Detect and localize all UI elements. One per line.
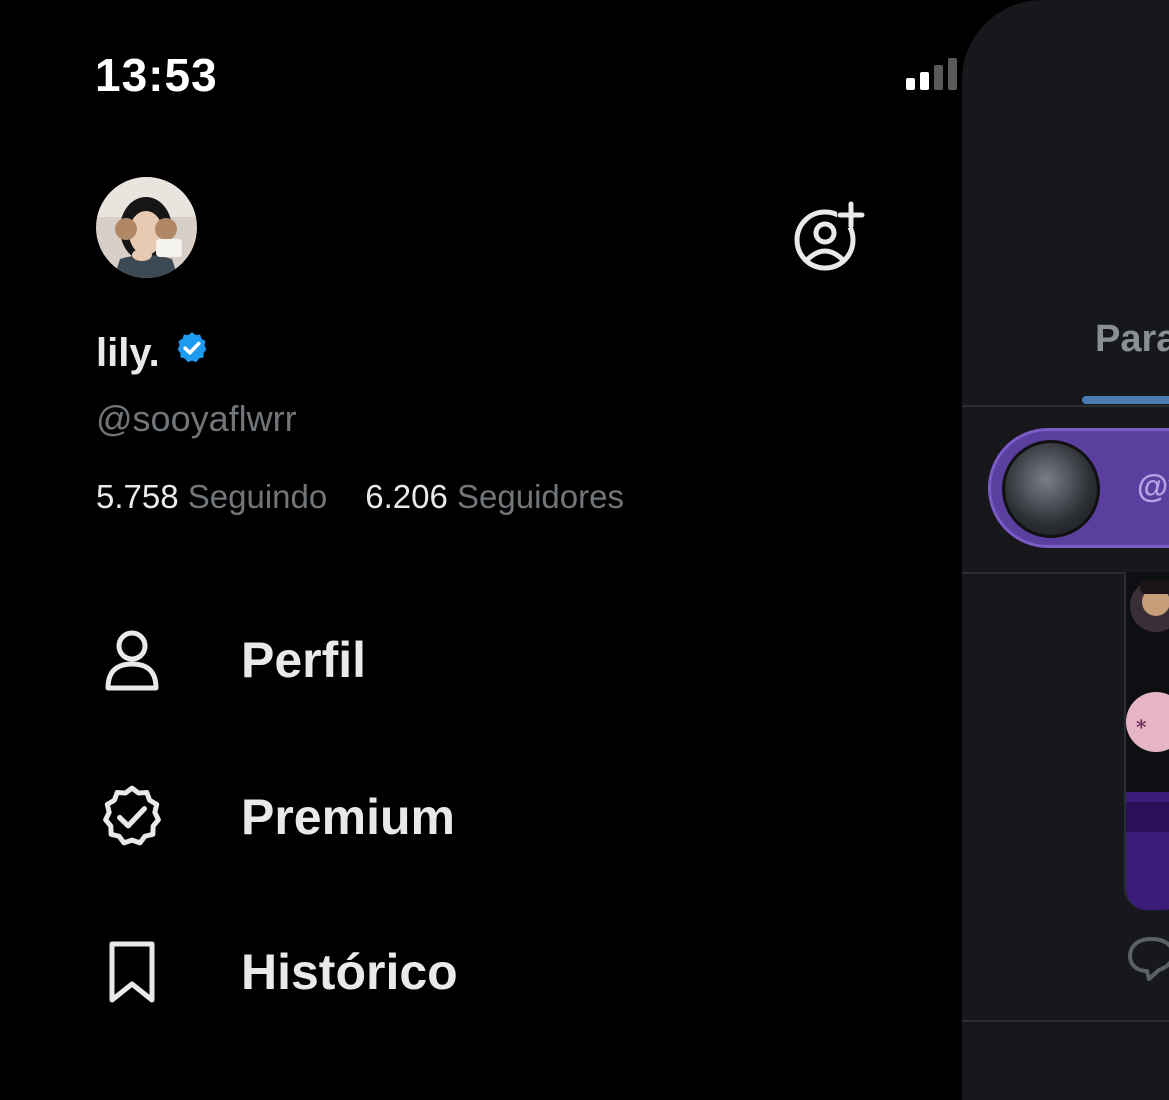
- space-handle: @v: [1137, 468, 1169, 504]
- following-label: Seguindo: [187, 478, 328, 515]
- following-count: 5.758: [96, 478, 179, 515]
- divider: [962, 1020, 1169, 1022]
- status-bar-time: 13:53: [95, 49, 218, 101]
- profile-avatar[interactable]: [96, 177, 197, 278]
- menu-item-label: Histórico: [241, 944, 458, 1000]
- add-account-icon[interactable]: [793, 200, 865, 277]
- tab-active-indicator: [1082, 396, 1169, 404]
- profile-handle: @sooyaflwrr: [96, 398, 297, 439]
- divider: [962, 405, 1169, 407]
- verified-badge-icon: [174, 330, 210, 376]
- feed-background-panel[interactable]: Para @v *: [962, 0, 1169, 1100]
- menu-item-premium[interactable]: Premium: [96, 772, 455, 862]
- follow-stats: 5.758 Seguindo 6.206 Seguidores: [96, 478, 624, 516]
- menu-item-perfil[interactable]: Perfil: [96, 615, 366, 705]
- menu-item-label: Premium: [241, 789, 455, 845]
- verified-badge-icon: [96, 781, 168, 853]
- reply-icon[interactable]: [1127, 935, 1169, 986]
- post-media-image[interactable]: *: [1124, 572, 1169, 910]
- followers-label: Seguidores: [457, 478, 624, 515]
- person-icon: [96, 624, 168, 696]
- profile-name: lily.: [96, 330, 160, 375]
- space-host-avatar: [1002, 440, 1100, 538]
- svg-text:*: *: [1136, 715, 1147, 739]
- bookmark-icon: [96, 936, 168, 1008]
- following-stat[interactable]: 5.758 Seguindo: [96, 478, 327, 516]
- menu-item-historico[interactable]: Histórico: [96, 927, 458, 1017]
- menu-item-label: Perfil: [241, 632, 367, 688]
- cellular-signal-icon: [906, 58, 957, 90]
- profile-name-row[interactable]: lily.: [96, 330, 210, 376]
- followers-stat[interactable]: 6.206 Seguidores: [365, 478, 624, 516]
- tab-para[interactable]: Para: [1095, 318, 1169, 361]
- followers-count: 6.206: [365, 478, 448, 515]
